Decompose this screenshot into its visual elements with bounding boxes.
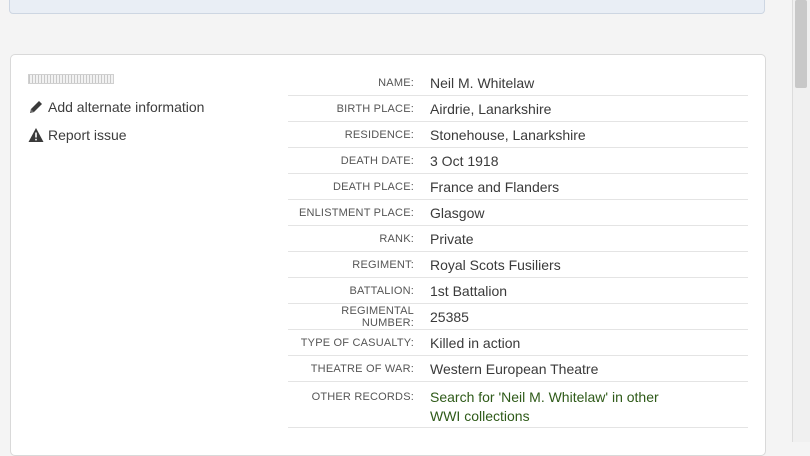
field-value: Stonehouse, Lanarkshire [430, 126, 586, 143]
field-label: RESIDENCE: [344, 128, 414, 141]
pencil-icon [30, 101, 42, 113]
record-row-enlistment-place: ENLISTMENT PLACE: Glasgow [288, 200, 748, 226]
field-label: THEATRE OF WAR: [310, 362, 414, 375]
record-row-rank: RANK: Private [288, 226, 748, 252]
record-row-regiment: REGIMENT: Royal Scots Fusiliers [288, 252, 748, 278]
report-issue-link[interactable]: Report issue [28, 127, 127, 143]
record-row-battalion: BATTALION: 1st Battalion [288, 278, 748, 304]
field-label: TYPE OF CASUALTY: [300, 336, 414, 349]
field-label: DEATH PLACE: [332, 180, 414, 193]
field-label: RANK: [379, 232, 414, 245]
field-value: 1st Battalion [430, 282, 508, 299]
field-label: BIRTH PLACE: [336, 102, 414, 115]
field-value: 3 Oct 1918 [430, 152, 499, 169]
field-label: NAME: [378, 76, 414, 89]
record-details-table: NAME: Neil M. Whitelaw BIRTH PLACE: Aird… [288, 70, 748, 428]
field-value: Killed in action [430, 334, 521, 351]
field-label: REGIMENT: [352, 258, 414, 271]
field-value: Airdrie, Lanarkshire [430, 100, 552, 117]
field-label: DEATH DATE: [340, 154, 414, 167]
field-value: 25385 [430, 308, 469, 325]
record-row-residence: RESIDENCE: Stonehouse, Lanarkshire [288, 122, 748, 148]
scrollbar-thumb[interactable] [795, 0, 807, 88]
record-row-theatre-of-war: THEATRE OF WAR: Western European Theatre [288, 356, 748, 382]
field-label: BATTALION: [349, 284, 414, 297]
field-value: Glasgow [430, 204, 485, 221]
record-row-type-of-casualty: TYPE OF CASUALTY: Killed in action [288, 330, 748, 356]
field-label: OTHER RECORDS: [311, 391, 414, 403]
record-row-other-records: OTHER RECORDS: Search for 'Neil M. White… [288, 382, 748, 428]
report-issue-label: Report issue [48, 127, 127, 143]
add-alternate-information-link[interactable]: Add alternate information [28, 99, 204, 115]
field-value: France and Flanders [430, 178, 560, 195]
vertical-scrollbar[interactable] [792, 0, 810, 442]
field-value: Neil M. Whitelaw [430, 74, 535, 91]
record-row-name: NAME: Neil M. Whitelaw [288, 70, 748, 96]
record-barcode-image [28, 74, 114, 84]
record-row-birth-place: BIRTH PLACE: Airdrie, Lanarkshire [288, 96, 748, 122]
record-row-death-date: DEATH DATE: 3 Oct 1918 [288, 148, 748, 174]
field-label: ENLISTMENT PLACE: [298, 206, 414, 219]
field-value: Western European Theatre [430, 360, 599, 377]
record-row-regimental-number: REGIMENTAL NUMBER: 25385 [288, 304, 748, 330]
other-records-search-link[interactable]: Search for 'Neil M. Whitelaw' in other W… [430, 388, 690, 426]
field-label: REGIMENTAL NUMBER: [341, 304, 414, 329]
warning-icon [28, 128, 44, 142]
field-value: Private [430, 230, 474, 247]
top-info-banner [9, 0, 765, 14]
record-row-death-place: DEATH PLACE: France and Flanders [288, 174, 748, 200]
field-value: Royal Scots Fusiliers [430, 256, 561, 273]
add-alternate-information-label: Add alternate information [48, 99, 205, 115]
